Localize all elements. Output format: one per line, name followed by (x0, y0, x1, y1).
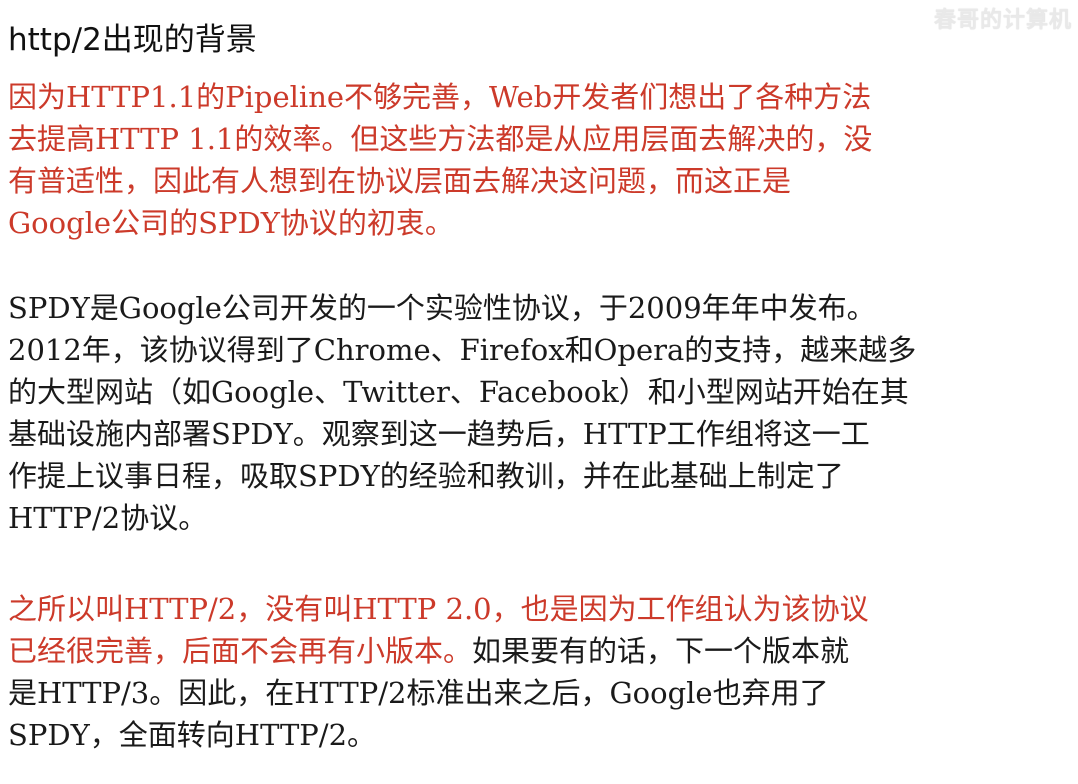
paragraph-spdy: SPDY是Google公司开发的一个实验性协议，于2009年年中发布。 2012… (8, 291, 917, 535)
paragraph-http2-naming: 之所以叫HTTP/2，没有叫HTTP 2.0，也是因为工作组认为该协议 已经很完… (8, 588, 1048, 756)
slide: 春哥的计算机 http/2出现的背景 因为HTTP1.1的Pipeline不够完… (0, 0, 1078, 784)
watermark: 春哥的计算机 (933, 8, 1072, 33)
page-title: http/2出现的背景 (8, 22, 257, 58)
paragraph-pipeline: 因为HTTP1.1的Pipeline不够完善，Web开发者们想出了各种方法 去提… (8, 80, 873, 240)
